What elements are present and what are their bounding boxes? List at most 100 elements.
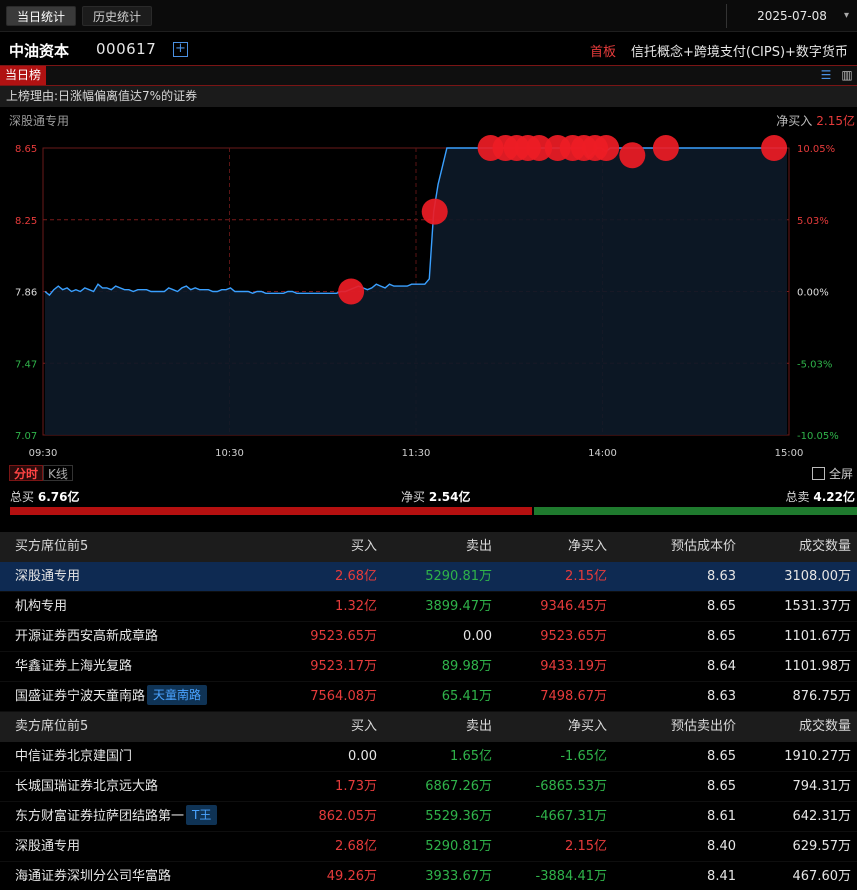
seat-name[interactable]: 海通证券深圳分公司华富路: [15, 862, 171, 890]
seat-name-text: 深股通专用: [15, 569, 81, 584]
trade-volume: 642.31万: [792, 809, 852, 824]
seat-name[interactable]: 长城国瑞证券北京远大路: [15, 772, 158, 802]
list-view-icon[interactable]: ☰: [819, 68, 833, 82]
seat-tag[interactable]: 天童南路: [147, 685, 208, 705]
chart-footer: 分时 K线 全屏: [0, 463, 857, 483]
buy-amount: 7564.08万: [310, 689, 377, 704]
table-row[interactable]: 海通证券深圳分公司华富路 49.26万 3933.67万 -3884.41万 8.41 4…: [0, 862, 857, 890]
x-tick-label: 14:00: [588, 448, 617, 459]
table-row[interactable]: 开源证券西安高新成章路 9523.65万 0.00 9523.65万 8.65 1101.…: [0, 622, 857, 652]
table-row[interactable]: 东方财富证券拉萨团结路第一 T王 862.05万 5529.36万 -4667.31万 8…: [0, 802, 857, 832]
trade-marker: [593, 135, 620, 161]
table-row[interactable]: 深股通专用 2.68亿 5290.81万 2.15亿 8.63 3108.00万: [0, 562, 857, 592]
seat-name[interactable]: 中信证券北京建国门: [15, 742, 132, 772]
seat-name[interactable]: 深股通专用: [15, 832, 80, 862]
sell-amount: 89.98万: [441, 659, 492, 674]
rank-bar: 当日榜 ☰ ▥: [0, 66, 857, 86]
concept-tags: 信托概念+跨境支付(CIPS)+数字货币: [631, 45, 848, 60]
sell-table-body: 中信证券北京建国门 0.00 1.65亿 -1.65亿 8.65 1910.27万 长城国瑞…: [0, 742, 857, 890]
buy-amount: 1.73万: [335, 779, 377, 794]
stock-header: 中油资本 000617 + 首板 信托概念+跨境支付(CIPS)+数字货币: [0, 32, 857, 66]
trade-marker: [338, 278, 365, 305]
seat-name[interactable]: 开源证券西安高新成章路: [15, 622, 158, 652]
net-buy-label: 净买入: [776, 114, 813, 128]
stock-name[interactable]: 中油资本: [9, 40, 69, 61]
sell-amount: 3933.67万: [425, 869, 492, 884]
buy-table-body: 深股通专用 2.68亿 5290.81万 2.15亿 8.63 3108.00万 机构专用 1…: [0, 562, 857, 712]
add-watchlist-icon[interactable]: +: [173, 42, 188, 57]
trade-volume: 1531.37万: [784, 599, 851, 614]
header-net: 净买入: [567, 539, 607, 554]
header-volume: 成交数量: [798, 719, 851, 734]
bar-chart-icon[interactable]: ▥: [840, 68, 854, 82]
seat-name[interactable]: 机构专用: [15, 592, 67, 622]
pct-tick-label: -5.03%: [797, 359, 832, 370]
stock-code: 000617: [96, 40, 157, 58]
table-row[interactable]: 中信证券北京建国门 0.00 1.65亿 -1.65亿 8.65 1910.27万: [0, 742, 857, 772]
net-amount: 2.15亿: [565, 839, 607, 854]
seat-name-text: 中信证券北京建国门: [15, 749, 133, 764]
seat-name-text: 机构专用: [15, 599, 68, 614]
table-row[interactable]: 机构专用 1.32亿 3899.47万 9346.45万 8.65 1531.37万: [0, 592, 857, 622]
buy-table: 买方席位前5 买入 卖出 净买入 预估成本价 成交数量 深股通专用 2.68亿 52…: [0, 532, 857, 712]
rank-tag[interactable]: 当日榜: [0, 66, 47, 85]
header-buy: 买入: [350, 719, 377, 734]
table-row[interactable]: 华鑫证券上海光复路 9523.17万 89.98万 9433.19万 8.64 1101.…: [0, 652, 857, 682]
y-tick-label: 7.86: [15, 288, 37, 299]
trade-marker: [421, 198, 448, 225]
seat-name[interactable]: 东方财富证券拉萨团结路第一 T王: [15, 802, 218, 832]
sell-table-header: 卖方席位前5 买入 卖出 净买入 预估卖出价 成交数量: [0, 712, 857, 742]
buy-amount: 9523.17万: [310, 659, 377, 674]
chart-net-buy: 净买入 2.15亿: [776, 112, 855, 129]
tab-kline[interactable]: K线: [43, 465, 73, 481]
net-amount: -1.65亿: [560, 749, 607, 764]
net-amount: 2.15亿: [565, 569, 607, 584]
net-buy: 净买 2.54亿: [401, 488, 470, 505]
y-tick-label: 8.25: [15, 216, 37, 227]
header-seat: 卖方席位前5: [15, 719, 89, 734]
y-tick-label: 8.65: [15, 144, 37, 155]
pct-tick-label: 0.00%: [797, 288, 829, 299]
estimated-price: 8.40: [707, 839, 736, 854]
sell-amount: 3899.47万: [425, 599, 492, 614]
estimated-price: 8.61: [707, 809, 736, 824]
board-tag: 首板: [590, 45, 617, 60]
estimated-price: 8.65: [707, 749, 736, 764]
tab-daily-stats[interactable]: 当日统计: [6, 6, 77, 26]
trade-volume: 1101.67万: [784, 629, 851, 644]
trade-volume: 1101.98万: [784, 659, 851, 674]
total-sell-label: 总卖: [785, 490, 810, 504]
sell-amount: 65.41万: [441, 689, 492, 704]
seat-name[interactable]: 华鑫证券上海光复路: [15, 652, 132, 682]
x-tick-label: 09:30: [29, 448, 58, 459]
date-selector[interactable]: 2025-07-08 ▾: [726, 4, 857, 28]
seat-tag[interactable]: T王: [186, 805, 218, 825]
seat-name[interactable]: 国盛证券宁波天童南路 天童南路: [15, 682, 208, 712]
net-amount: -3884.41万: [535, 869, 607, 884]
table-row[interactable]: 长城国瑞证券北京远大路 1.73万 6867.26万 -6865.53万 8.65 794…: [0, 772, 857, 802]
estimated-price: 8.63: [707, 569, 736, 584]
intraday-chart[interactable]: 8.65 8.25 7.86 7.47 7.07 10.05% 5.03% 0.00% -5.0…: [0, 132, 857, 462]
total-buy: 总买 6.76亿: [10, 488, 79, 505]
total-sell-value: 4.22亿: [813, 490, 855, 504]
tab-history-stats[interactable]: 历史统计: [82, 6, 153, 26]
trade-marker: [761, 135, 788, 161]
header-buy: 买入: [350, 539, 377, 554]
header-net: 净买入: [567, 719, 607, 734]
buy-ratio-fill: [10, 507, 532, 515]
table-row[interactable]: 深股通专用 2.68亿 5290.81万 2.15亿 8.40 629.57万: [0, 832, 857, 862]
fullscreen-button[interactable]: 全屏: [812, 465, 853, 482]
trade-volume: 629.57万: [792, 839, 852, 854]
table-row[interactable]: 国盛证券宁波天童南路 天童南路 7564.08万 65.41万 7498.67万 8.63…: [0, 682, 857, 712]
estimated-price: 8.41: [707, 869, 736, 884]
seat-name-text: 国盛证券宁波天童南路: [15, 689, 146, 704]
tab-intraday[interactable]: 分时: [9, 465, 44, 481]
net-buy-sum-value: 2.54亿: [428, 490, 471, 504]
header-volume: 成交数量: [798, 539, 851, 554]
net-amount: 9346.45万: [540, 599, 607, 614]
buy-amount: 49.26万: [326, 869, 377, 884]
net-buy-value: 2.15亿: [816, 114, 855, 128]
date-value: 2025-07-08: [757, 9, 827, 23]
buy-amount: 0.00: [348, 749, 377, 764]
seat-name[interactable]: 深股通专用: [15, 562, 80, 592]
